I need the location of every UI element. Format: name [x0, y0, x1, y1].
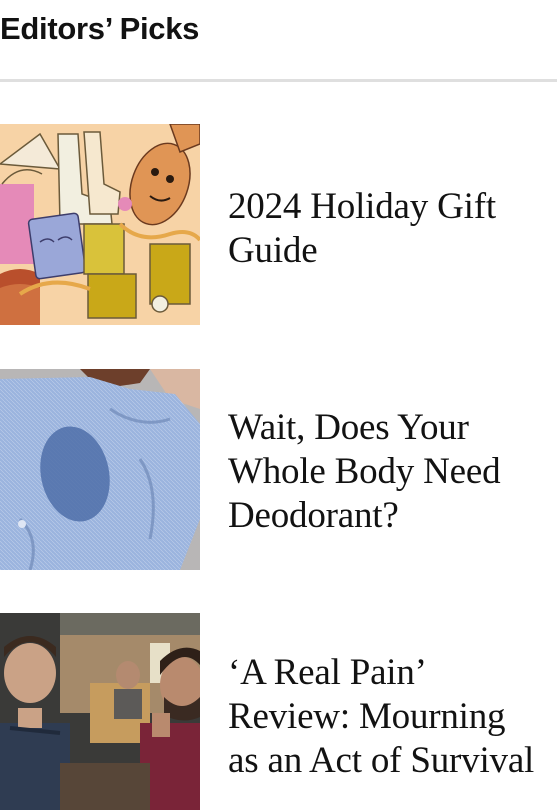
section-header: Editors’ Picks [0, 0, 557, 82]
shirt-sweat-photo [0, 369, 200, 570]
deodorant-article-image[interactable] [0, 369, 200, 570]
pick-headline[interactable]: ‘A Real Pain’ Review: Mourning as an Act… [228, 651, 557, 783]
gift-guide-image[interactable] [0, 124, 200, 325]
pick-headline[interactable]: Wait, Does Your Whole Body Need Deodoran… [228, 406, 557, 538]
editors-pick-item[interactable]: ‘A Real Pain’ Review: Mourning as an Act… [0, 613, 557, 810]
editors-pick-item[interactable]: Wait, Does Your Whole Body Need Deodoran… [0, 369, 557, 570]
gift-illustration-image [0, 124, 200, 325]
editors-pick-item[interactable]: 2024 Holiday Gift Guide [0, 124, 557, 325]
movie-still-photo [0, 613, 200, 810]
movie-review-image[interactable] [0, 613, 200, 810]
pick-headline[interactable]: 2024 Holiday Gift Guide [228, 185, 557, 273]
section-title: Editors’ Picks [0, 11, 200, 46]
